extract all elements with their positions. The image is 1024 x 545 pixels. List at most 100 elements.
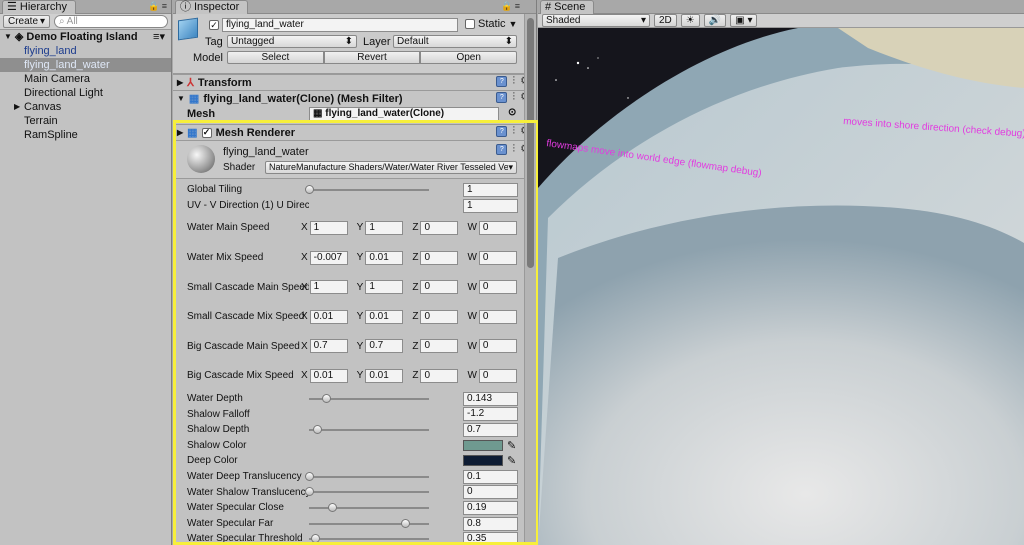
slider-knob[interactable] — [305, 185, 314, 194]
color-swatch[interactable] — [463, 455, 503, 467]
mesh-renderer-enabled-checkbox[interactable]: ✓ — [201, 127, 212, 138]
transform-component-header[interactable]: ▶⅄Transform ?⫶⚙ — [173, 74, 536, 90]
vector-w-field[interactable]: 0 — [478, 250, 517, 265]
property-value-field[interactable]: 0.1 — [463, 469, 518, 484]
hierarchy-item[interactable]: flying_land_water — [0, 58, 171, 72]
vector-z-field[interactable]: 0 — [420, 220, 459, 235]
vector-x-field[interactable]: 0.01 — [309, 368, 348, 383]
vector-y-field[interactable]: 1 — [365, 220, 404, 235]
eyedropper-icon[interactable]: ✎ — [507, 454, 516, 467]
vector-z-field[interactable]: 0 — [420, 250, 459, 265]
tag-dropdown[interactable]: Untagged ⬍ — [227, 35, 357, 48]
vector-w-field[interactable]: 0 — [478, 368, 517, 383]
hierarchy-item[interactable]: Main Camera — [0, 72, 171, 86]
vector-y-field[interactable]: 0.01 — [365, 368, 404, 383]
vector-z-field[interactable]: 0 — [420, 368, 459, 383]
static-checkbox[interactable] — [465, 19, 475, 29]
audio-toggle-icon[interactable]: 🔊 — [703, 14, 727, 27]
scene-tab[interactable]: # Scene — [540, 0, 595, 14]
preset-sliders-icon[interactable]: ⫶ — [512, 92, 515, 103]
inspector-tab[interactable]: ⓘ Inspector — [175, 0, 249, 14]
help-book-icon[interactable]: ? — [496, 144, 508, 155]
property-slider[interactable] — [309, 424, 429, 434]
object-name-field[interactable]: flying_land_water — [222, 18, 458, 32]
hierarchy-item[interactable]: ▶ Canvas — [0, 100, 171, 114]
mesh-filter-component-header[interactable]: ▼ ▦ flying_land_water(Clone) (Mesh Filter)… — [173, 90, 536, 106]
property-value-field[interactable]: 1 — [463, 183, 518, 197]
property-value-field[interactable]: 0.143 — [463, 391, 518, 406]
vector-z-field[interactable]: 0 — [420, 280, 459, 295]
shader-dropdown[interactable]: NatureManufacture Shaders/Water/Water Ri… — [265, 161, 517, 174]
vector-w-field[interactable]: 0 — [478, 309, 517, 324]
help-book-icon[interactable]: ? — [496, 126, 508, 137]
hierarchy-item[interactable]: RamSpline — [0, 128, 171, 142]
scrollbar-thumb[interactable] — [527, 18, 534, 268]
property-value-field[interactable]: 0 — [463, 485, 518, 500]
property-value-field[interactable]: 0.8 — [463, 516, 518, 531]
panel-menu-icon[interactable]: 🔒 ≡ — [501, 1, 520, 12]
model-revert-button[interactable]: Revert — [323, 51, 421, 64]
vector-y-field[interactable]: 0.7 — [365, 339, 404, 354]
property-slider[interactable] — [309, 534, 429, 544]
vector-z-field[interactable]: 0 — [420, 339, 459, 354]
hierarchy-tab[interactable]: ☰ Hierarchy — [2, 0, 76, 14]
vector-w-field[interactable]: 0 — [478, 280, 517, 295]
help-book-icon[interactable]: ? — [496, 92, 508, 103]
panel-menu-icon[interactable]: 🔒 ≡ — [148, 1, 167, 12]
scene-viewport[interactable]: flowmaps move into world edge (flowmap d… — [538, 28, 1024, 545]
vector-w-field[interactable]: 0 — [478, 339, 517, 354]
hierarchy-search-input[interactable]: ⌕ All — [54, 15, 168, 28]
hierarchy-item[interactable]: Directional Light — [0, 86, 171, 100]
chevron-down-icon[interactable]: ▼ — [509, 19, 518, 29]
property-value-field[interactable]: 0.7 — [463, 422, 518, 437]
slider-knob[interactable] — [305, 471, 314, 481]
collapsed-arrow-icon[interactable]: ▶ — [14, 100, 20, 114]
vector-x-field[interactable]: 0.01 — [309, 309, 348, 324]
scene-root-item[interactable]: ▼ ◈ Demo Floating Island ≡▾ — [0, 30, 171, 44]
lighting-toggle-icon[interactable]: ☀ — [680, 14, 700, 27]
active-checkbox[interactable]: ✓ — [209, 20, 219, 30]
property-slider[interactable] — [309, 518, 429, 528]
slider-knob[interactable] — [305, 487, 314, 497]
object-picker-icon[interactable]: ⊙ — [508, 107, 516, 118]
vector-y-field[interactable]: 0.01 — [365, 250, 404, 265]
slider-knob[interactable] — [401, 518, 410, 528]
preset-sliders-icon[interactable]: ⫶ — [512, 144, 515, 155]
layer-dropdown[interactable]: Default ⬍ — [393, 35, 517, 48]
hierarchy-item[interactable]: flying_land — [0, 44, 171, 58]
slider-knob[interactable] — [311, 534, 320, 544]
vector-x-field[interactable]: 1 — [309, 220, 348, 235]
mesh-object-field[interactable]: ▦ flying_land_water(Clone) — [309, 107, 499, 121]
context-menu-icon[interactable]: ≡▾ — [153, 30, 165, 44]
vector-y-field[interactable]: 0.01 — [365, 309, 404, 324]
vector-x-field[interactable]: -0.007 — [309, 250, 348, 265]
property-slider[interactable] — [309, 502, 429, 512]
help-book-icon[interactable]: ? — [496, 76, 508, 87]
create-button[interactable]: Create ▾ — [3, 15, 51, 28]
model-open-button[interactable]: Open — [420, 51, 518, 64]
property-slider[interactable] — [309, 393, 429, 403]
slider-knob[interactable] — [321, 393, 331, 403]
property-value-field[interactable]: 0.19 — [463, 500, 518, 515]
property-value-field[interactable]: 1 — [463, 198, 518, 213]
property-slider[interactable] — [305, 487, 429, 497]
color-swatch[interactable] — [463, 439, 503, 451]
toggle-2d-button[interactable]: 2D — [654, 14, 677, 27]
eyedropper-icon[interactable]: ✎ — [507, 439, 516, 452]
slider-knob[interactable] — [327, 502, 337, 512]
preset-sliders-icon[interactable]: ⫶ — [512, 126, 515, 137]
shading-dropdown[interactable]: Shaded ▾ — [542, 14, 650, 27]
effects-toggle-icon[interactable]: ▣ ▾ — [730, 14, 758, 27]
property-value-field[interactable]: 0.35 — [463, 532, 518, 545]
vector-x-field[interactable]: 1 — [309, 280, 348, 295]
inspector-scrollbar[interactable] — [524, 14, 536, 545]
hierarchy-item[interactable]: Terrain — [0, 114, 171, 128]
vector-w-field[interactable]: 0 — [478, 220, 517, 235]
vector-y-field[interactable]: 1 — [365, 280, 404, 295]
property-slider[interactable] — [305, 471, 429, 481]
vector-x-field[interactable]: 0.7 — [309, 339, 348, 354]
vector-z-field[interactable]: 0 — [420, 309, 459, 324]
preset-sliders-icon[interactable]: ⫶ — [512, 76, 515, 87]
property-slider[interactable] — [305, 185, 429, 194]
model-select-button[interactable]: Select — [227, 51, 324, 64]
